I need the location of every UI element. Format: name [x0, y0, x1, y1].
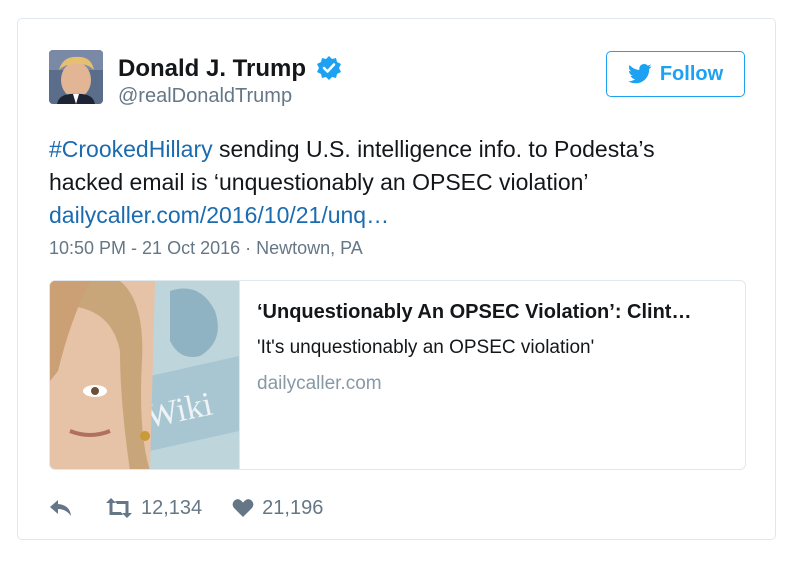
like-count: 21,196 — [262, 496, 324, 519]
tweet-actions: 12,134 21,196 — [49, 493, 323, 523]
card-title[interactable]: ‘Unquestionably An OPSEC Violation’: Cli… — [257, 301, 691, 324]
reply-icon — [50, 500, 71, 516]
twitter-bird-icon — [627, 64, 652, 84]
link-preview-card[interactable]: Wiki ‘Unquestionably An OPSEC Violation’… — [49, 280, 746, 470]
hashtag-link[interactable]: #CrookedHillary — [49, 136, 213, 162]
tweet-text-line2: hacked email is ‘unquestionably an OPSEC… — [49, 169, 589, 195]
follow-button[interactable]: Follow — [606, 51, 745, 97]
reply-button[interactable] — [49, 499, 73, 517]
like-button[interactable]: 21,196 — [232, 497, 323, 520]
author-name[interactable]: Donald J. Trump — [118, 55, 306, 83]
tweet-text-line1: sending U.S. intelligence info. to Podes… — [212, 136, 655, 162]
avatar[interactable] — [49, 50, 103, 104]
card-description: 'It's unquestionably an OPSEC violation' — [257, 337, 595, 358]
author-handle[interactable]: @realDonaldTrump — [118, 85, 292, 108]
retweet-count: 12,134 — [141, 496, 203, 519]
card-thumbnail: Wiki — [50, 281, 240, 469]
tweet-text: #CrookedHillary sending U.S. intelligenc… — [49, 133, 749, 232]
retweet-button[interactable]: 12,134 — [105, 497, 202, 520]
tweet-url-link[interactable]: dailycaller.com/2016/10/21/unq… — [49, 202, 389, 228]
retweet-icon — [106, 498, 132, 518]
tweet-card: Donald J. Trump @realDonaldTrump Follow … — [17, 18, 776, 540]
card-domain: dailycaller.com — [257, 373, 382, 394]
follow-label: Follow — [659, 62, 724, 85]
tweet-timestamp[interactable]: 10:50 PM - 21 Oct 2016 · Newtown, PA — [49, 238, 363, 259]
heart-icon — [232, 499, 254, 517]
verified-badge-icon — [317, 56, 341, 80]
